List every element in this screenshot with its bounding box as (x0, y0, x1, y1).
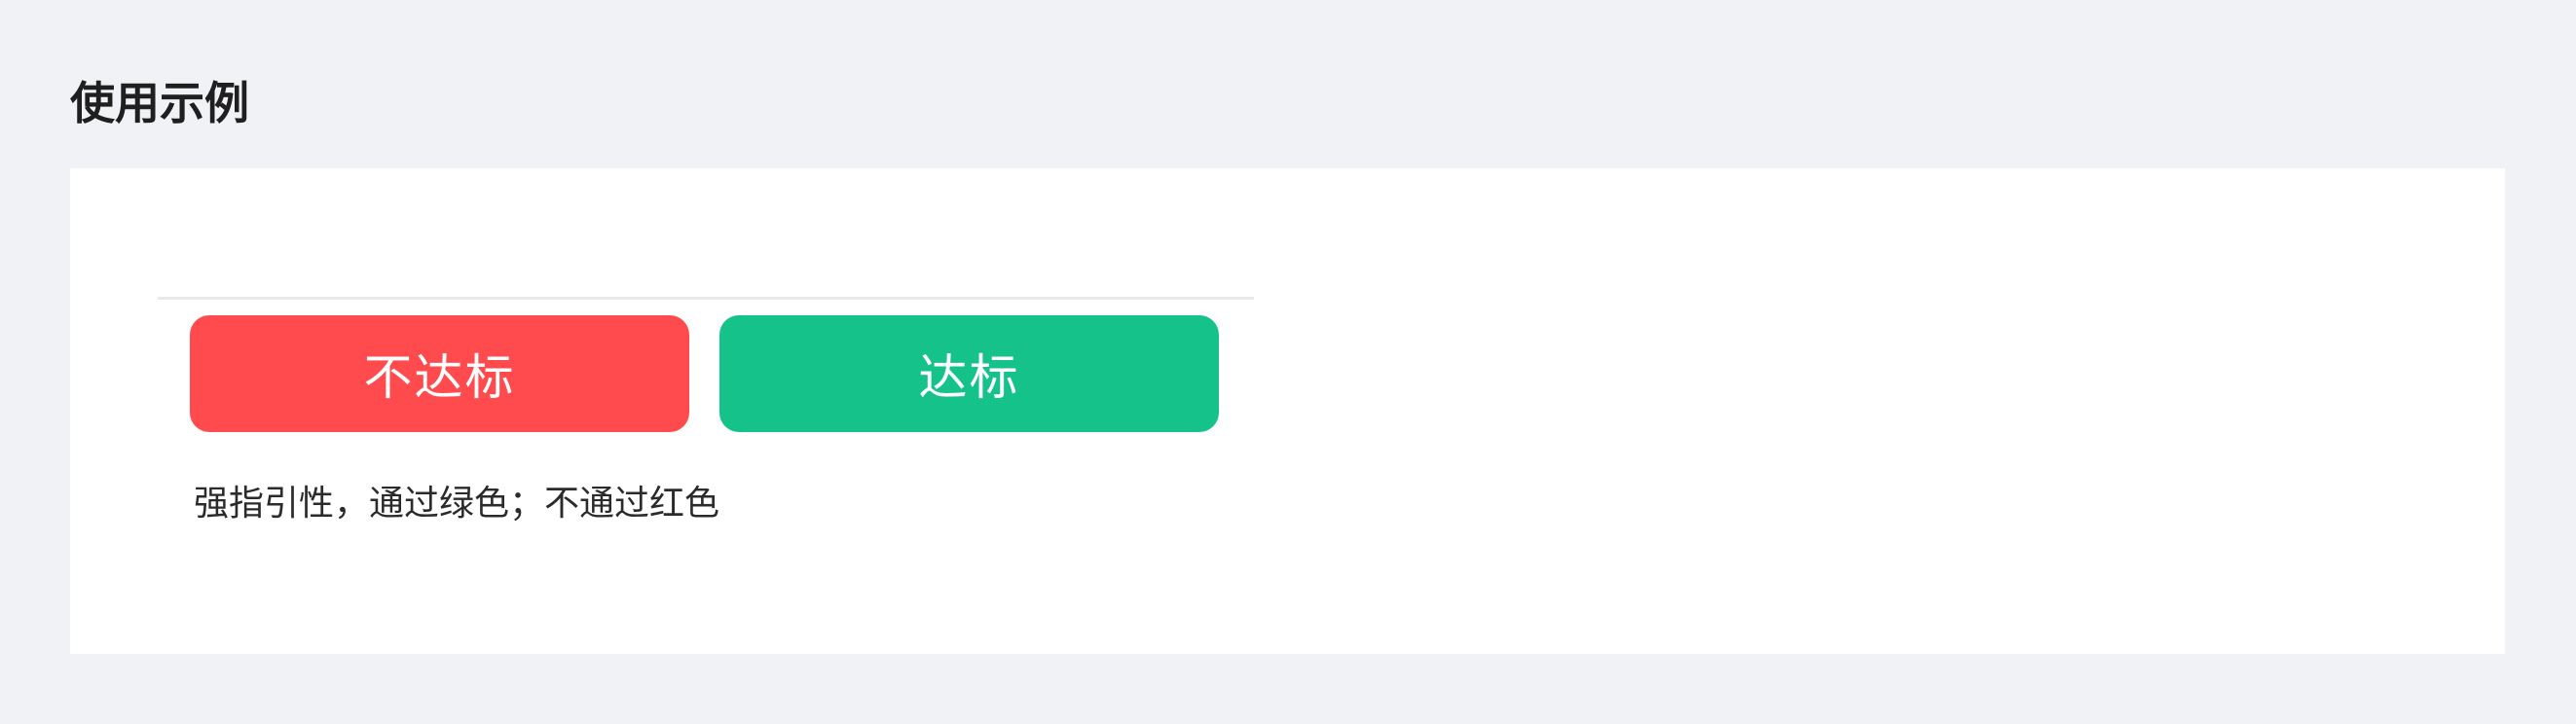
divider (158, 297, 1254, 300)
example-description: 强指引性，通过绿色；不通过红色 (194, 484, 720, 524)
example-card: 不达标 达标 强指引性，通过绿色；不通过红色 (70, 168, 2505, 654)
fail-status-button[interactable]: 不达标 (190, 315, 689, 432)
section-title: 使用示例 (70, 77, 249, 129)
pass-status-button[interactable]: 达标 (719, 315, 1219, 432)
